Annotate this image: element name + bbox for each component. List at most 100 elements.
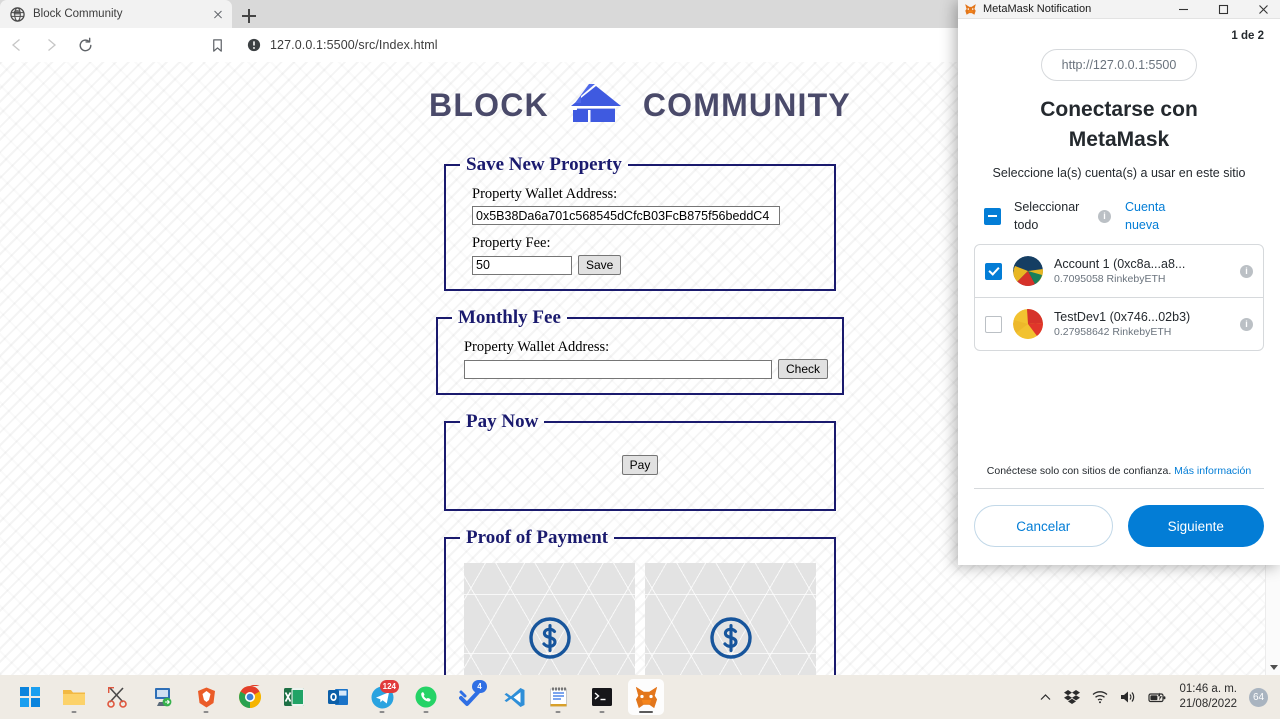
save-wallet-address-input[interactable] [472,206,780,225]
account-name: Account 1 (0xc8a...a8... [1054,257,1186,272]
account-row[interactable]: Account 1 (0xc8a...a8... 0.7095058 Rinke… [975,245,1263,299]
select-all-label: Seleccionar todo [1014,199,1080,232]
running-indicator [423,710,429,713]
outlook-icon [328,689,348,705]
taskbar-icons: 124 4 [0,679,664,715]
pay-button[interactable]: Pay [621,455,659,475]
excel-icon [284,688,304,706]
panel-proof-of-payment: Proof of Payment [444,527,836,675]
info-icon[interactable]: i [1240,264,1253,278]
microsoft-excel-button[interactable] [276,679,312,715]
connect-heading-line1: Conectarse con [1040,98,1198,121]
bookmark-button[interactable] [200,28,234,62]
browser-tab[interactable]: Block Community [0,0,232,28]
brave-browser-button[interactable] [188,679,224,715]
logo-text-left: BLOCK [429,86,549,123]
running-indicator [203,710,209,713]
connect-heading-line2: MetaMask [1068,128,1170,152]
metamask-body: 1 de 2 http://127.0.0.1:5500 Conectarse … [958,19,1280,489]
account-row[interactable]: TestDev1 (0x746...02b3) 0.27958642 Rinke… [975,298,1263,350]
account-list: Account 1 (0xc8a...a8... 0.7095058 Rinke… [974,244,1264,352]
panel-pay-now: Pay Now Pay [444,411,836,511]
metamask-fox-icon [635,686,657,708]
url-text: 127.0.0.1:5500/src/Index.html [270,38,438,52]
cancel-button[interactable]: Cancelar [974,505,1113,547]
property-fee-input[interactable] [472,255,572,275]
microsoft-outlook-button[interactable] [320,679,356,715]
next-button[interactable]: Siguiente [1127,505,1264,547]
notification-badge: 4 [472,680,487,693]
back-arrow-icon [11,39,20,51]
reload-button[interactable] [68,28,102,62]
dollar-circle-icon [528,617,571,659]
reload-icon [79,37,91,51]
folder-icon [63,690,85,705]
account-checkbox[interactable] [985,262,1002,280]
chevron-up-icon[interactable] [1039,691,1052,704]
account-checkbox[interactable] [985,315,1002,333]
check-button[interactable]: Check [777,359,828,379]
close-icon[interactable] [1246,0,1280,19]
dollar-circle-icon [709,617,752,659]
save-button[interactable]: Save [578,255,622,275]
visual-studio-code-button[interactable] [496,679,532,715]
proof-card[interactable] [645,563,816,675]
globe-icon [10,6,25,22]
todoist-button[interactable]: 4 [452,679,488,715]
avatar [1013,256,1043,287]
connect-heading: Conectarse con MetaMask [974,95,1264,156]
start-button[interactable] [12,679,48,715]
wifi-icon[interactable] [1092,690,1108,704]
notification-center-badge[interactable]: 64 [1249,687,1268,707]
clock[interactable]: 01:46 a. m. 21/08/2022 [1179,682,1237,712]
forward-arrow-icon [48,39,57,51]
file-explorer-button[interactable] [56,679,92,715]
account-name: TestDev1 (0x746...02b3) [1054,310,1191,325]
remote-desktop-button[interactable] [144,679,180,715]
metamask-actions: Cancelar Siguiente [958,489,1280,565]
snipping-tool-button[interactable] [100,679,136,715]
maximize-icon[interactable] [1206,0,1240,19]
notepad-button[interactable] [540,679,576,715]
not-secure-icon[interactable] [247,38,261,52]
telegram-button[interactable]: 124 [364,679,400,715]
vscode-icon [504,687,524,707]
learn-more-link[interactable]: Más información [1174,465,1251,477]
avatar [1013,309,1043,340]
select-all-checkbox[interactable] [984,207,1001,225]
connect-subtitle: Seleccione la(s) cuenta(s) a usar en est… [992,165,1246,180]
clock-time: 01:46 a. m. [1179,682,1237,695]
windows-logo-icon [20,687,40,707]
taskbar: 124 4 01:46 a. m. 21/08/2022 64 [0,675,1280,719]
speaker-icon[interactable] [1120,690,1136,704]
info-icon[interactable]: i [1098,209,1111,223]
origin-pill: http://127.0.0.1:5500 [1040,49,1198,81]
scroll-down-icon[interactable] [1269,665,1278,670]
dropbox-icon[interactable] [1064,689,1081,705]
terminal-button[interactable] [584,679,620,715]
google-chrome-button[interactable] [232,679,268,715]
minimize-icon[interactable] [1166,0,1200,19]
metamask-button[interactable] [628,679,664,715]
close-icon[interactable] [210,6,226,22]
back-button[interactable] [0,28,34,62]
battery-icon[interactable] [1148,691,1167,704]
whatsapp-button[interactable] [408,679,444,715]
notepad-icon [549,687,567,707]
select-all-row: Seleccionar todo i Cuenta nueva [974,198,1264,234]
trust-footnote: Conéctese solo con sitios de confianza. … [974,455,1264,489]
forward-button[interactable] [34,28,68,62]
panel-legend: Save New Property [466,154,622,175]
notification-badge: 124 [379,680,399,693]
panel-legend: Proof of Payment [466,527,609,548]
running-indicator [71,710,77,713]
new-account-link[interactable]: Cuenta nueva [1125,198,1183,234]
request-counter: 1 de 2 [1231,30,1264,42]
new-tab-button[interactable] [238,5,260,27]
proof-card[interactable] [464,563,635,675]
info-icon[interactable]: i [1240,317,1253,331]
account-info: Account 1 (0xc8a...a8... 0.7095058 Rinke… [1054,257,1229,285]
monthly-wallet-address-input[interactable] [463,359,772,379]
trust-footnote-text: Conéctese solo con sitios de confianza. [986,465,1172,477]
metamask-window-title: MetaMask Notification [983,3,1092,15]
